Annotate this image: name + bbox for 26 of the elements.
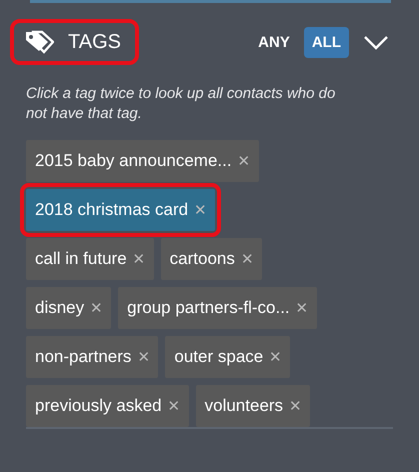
remove-icon[interactable]: ✕ xyxy=(238,152,251,170)
hint-text: Click a tag twice to look up all contacts who do not have that tag. xyxy=(26,84,336,124)
remove-icon[interactable]: ✕ xyxy=(132,250,146,268)
tag-chip[interactable]: 2015 baby announceme... ✕ xyxy=(26,140,259,182)
tag-chip[interactable]: outer space ✕ xyxy=(165,336,290,378)
match-mode-toggle[interactable]: ALL xyxy=(304,26,349,58)
tag-chip[interactable]: cartoons ✕ xyxy=(160,238,262,280)
chevron-icon xyxy=(363,34,389,50)
remove-icon[interactable]: ✕ xyxy=(269,348,282,366)
remove-icon[interactable]: ✕ xyxy=(168,397,181,415)
tag-chip[interactable]: 2018 christmas card ✕ xyxy=(26,189,216,231)
remove-icon[interactable]: ✕ xyxy=(240,250,254,268)
tag-icon xyxy=(24,29,54,55)
tag-chip[interactable]: group partners-fl-co... ✕ xyxy=(118,287,317,329)
tag-chip[interactable]: call in future ✕ xyxy=(26,238,154,280)
tag-chip[interactable]: disney ✕ xyxy=(26,287,112,329)
tags-heading: TAGS xyxy=(10,19,139,65)
remove-icon[interactable]: ✕ xyxy=(90,299,104,317)
remove-icon[interactable]: ✕ xyxy=(194,201,208,219)
remove-icon[interactable]: ✕ xyxy=(289,397,302,415)
tag-chip[interactable]: non-partners ✕ xyxy=(26,336,158,378)
tag-chip[interactable]: volunteers ✕ xyxy=(196,385,310,427)
remove-icon[interactable]: ✕ xyxy=(296,299,309,317)
match-mode-toggle[interactable]: ANY xyxy=(250,26,298,58)
remove-icon[interactable]: ✕ xyxy=(137,348,150,366)
tag-chip[interactable]: previously asked ✕ xyxy=(26,385,189,427)
